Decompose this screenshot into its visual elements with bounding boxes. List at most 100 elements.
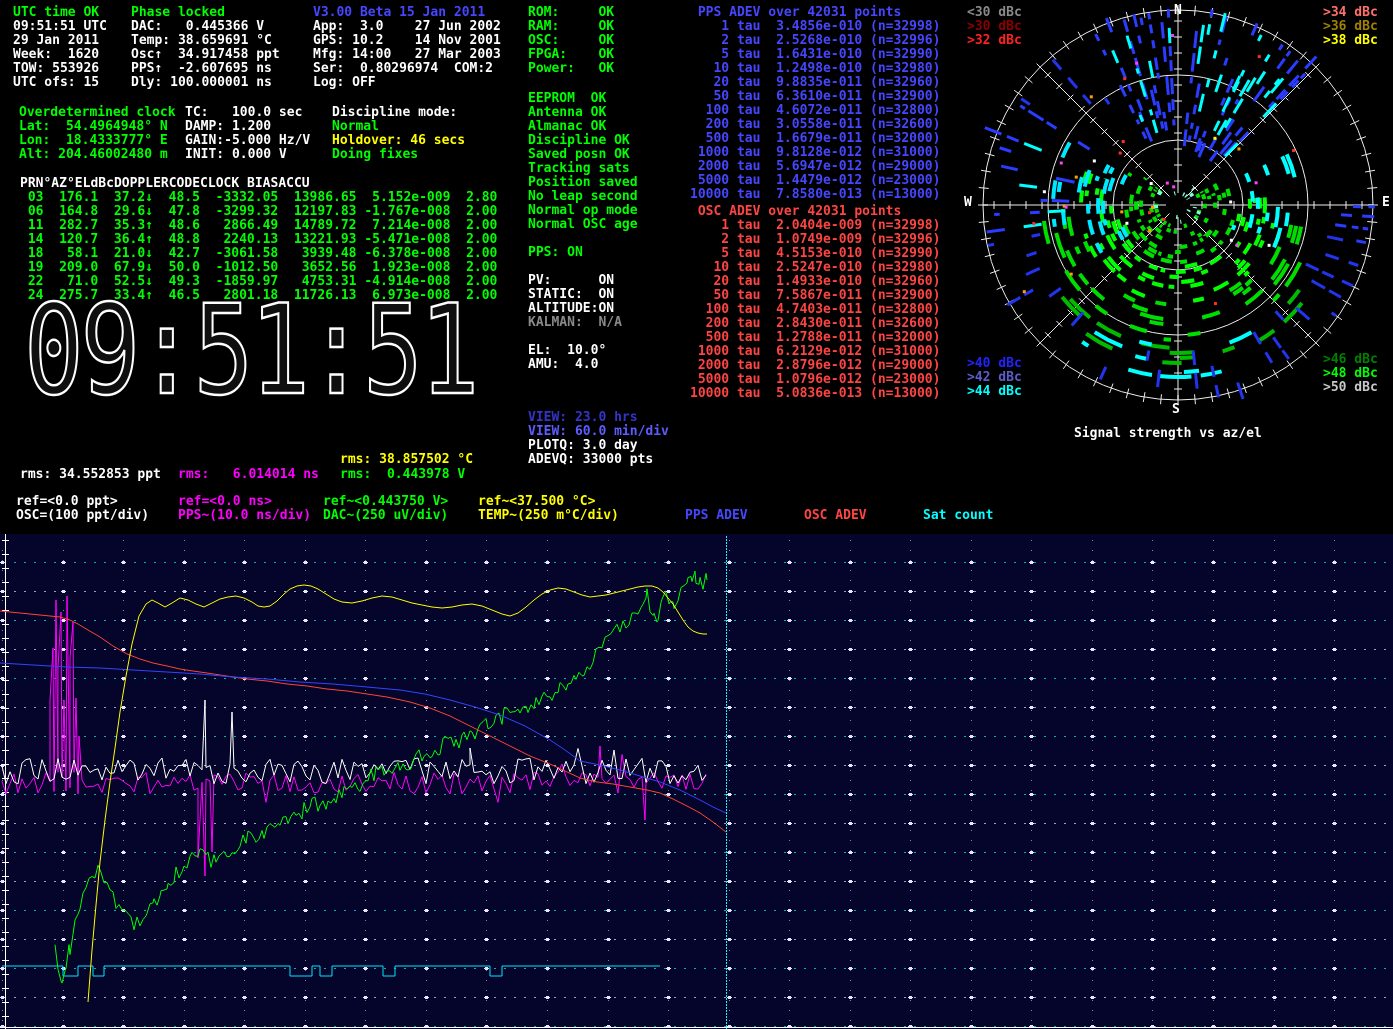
status-line: Discipline OK (528, 134, 638, 148)
pps-adev-table: PPS ADEV over 42031 points 1 tau 3.4856e… (690, 6, 940, 202)
version-block: V3.00 Beta 15 Jan 2011App: 3.0 27 Jun 20… (313, 6, 501, 90)
readout-line: INIT: 0.000 V (185, 148, 310, 162)
table-row: 20 tau 1.4933e-010 (n=32960) (690, 275, 940, 289)
readout-line: TC: 100.0 sec (185, 106, 310, 120)
table-row: 19209.067.9↓50.0-1012.503652.561.923e-00… (20, 261, 497, 275)
compass-south-label: S (1172, 403, 1180, 417)
readout-line: DAMP: 1.200 (185, 120, 310, 134)
readout-line: DAC: 0.445366 V (131, 20, 280, 34)
status-line: Normal (332, 120, 465, 134)
receiver-status-block: EEPROM OKAntenna OKAlmanac OKDiscipline … (528, 92, 638, 232)
dbc-legend-top-right: >34 dBc>36 dBc>38 dBc (1323, 6, 1378, 48)
dbc-legend-top-left: <30 dBc>30 dBc>32 dBc (967, 6, 1022, 48)
compass-west-label: W (964, 196, 972, 210)
readout-line: TEMP~(250 m°C/div) (478, 509, 619, 523)
table-row: 10000 tau 7.8580e-013 (n=13000) (690, 188, 940, 202)
readout-line: Lat: 54.4964948° N (19, 120, 176, 134)
status-line: OSC: OK (528, 34, 614, 48)
rms-osc: rms: 34.552853 ppt (20, 468, 161, 482)
table-row: 10 tau 1.2498e-010 (n=32980) (690, 62, 940, 76)
el-amu-block: EL: 10.0°AMU: 4.0 (528, 344, 606, 372)
readout-line: Log: OFF (313, 76, 501, 90)
table-row: 03176.137.2↓48.5-3332.0513986.655.152e-0… (20, 191, 497, 205)
table-row: 5 tau 4.5153e-010 (n=32990) (690, 247, 940, 261)
table-row: 2 tau 2.5268e-010 (n=32996) (690, 34, 940, 48)
readout-line: AMU: 4.0 (528, 358, 606, 372)
readout-line: VIEW: 23.0 hrs (528, 411, 669, 425)
status-line: Doing fixes (332, 148, 465, 162)
osc-adev-key: OSC ADEV (804, 509, 867, 523)
rms-dac: rms: 0.443978 V (340, 468, 465, 482)
readout-line: V3.00 Beta 15 Jan 2011 (313, 6, 501, 20)
readout-line: DAC~(250 uV/div) (323, 509, 448, 523)
table-row: 5 tau 1.6431e-010 (n=32990) (690, 48, 940, 62)
readout-line: PPS~(10.0 ns/div) (178, 509, 311, 523)
compass-east-label: E (1382, 196, 1390, 210)
readout-line: ADEVQ: 33000 pts (528, 453, 669, 467)
column-header: CLOCK BIAS (200, 177, 278, 191)
table-row: 1000 tau 9.8128e-012 (n=31000) (690, 146, 940, 160)
ref-dac-scale: ref~<0.443750 V>DAC~(250 uV/div) (323, 495, 448, 523)
legend-entry: >30 dBc (967, 20, 1022, 34)
legend-entry: >32 dBc (967, 34, 1022, 48)
legend-entry: >38 dBc (1323, 34, 1378, 48)
sat-count-key: Sat count (923, 509, 993, 523)
ref-osc-scale: ref=<0.0 ppt>OSC=(100 ppt/div) (16, 495, 149, 523)
table-row: 2 tau 1.0749e-009 (n=32996) (690, 233, 940, 247)
readout-line: TOW: 553926 (13, 62, 107, 76)
readout-line: UTC ofs: 15 (13, 76, 107, 90)
status-line: Almanac OK (528, 120, 638, 134)
legend-entry: >34 dBc (1323, 6, 1378, 20)
rms-pps: rms: 6.014014 ns (178, 468, 319, 482)
table-row: 20 tau 9.8835e-011 (n=32960) (690, 76, 940, 90)
osc-adev-table: OSC ADEV over 42031 points 1 tau 2.0404e… (690, 205, 940, 401)
readout-line: Week: 1620 (13, 48, 107, 62)
table-row: 5000 tau 1.0796e-012 (n=23000) (690, 373, 940, 387)
status-line: RAM: OK (528, 20, 614, 34)
status-line: Normal op mode (528, 204, 638, 218)
status-line: Normal OSC age (528, 218, 638, 232)
table-row: 1 tau 2.0404e-009 (n=32998) (690, 219, 940, 233)
column-header: °AZ (43, 177, 66, 191)
loop-params-block: TC: 100.0 secDAMP: 1.200GAIN:-5.000 Hz/V… (185, 106, 310, 162)
status-line: Saved posn OK (528, 148, 638, 162)
status-line: Holdover: 46 secs (332, 134, 465, 148)
selftest-status-block: ROM: OKRAM: OKOSC: OKFPGA: OKPower: OK (528, 6, 614, 76)
dbc-legend-bottom-left: >40 dBc>42 dBc>44 dBc (967, 357, 1022, 399)
readout-line: VIEW: 60.0 min/div (528, 425, 669, 439)
readout-line: UTC time OK (13, 6, 107, 20)
lady-heather-gpsdo-monitor: UTC time OK09:51:51 UTC29 Jan 2011Week: … (0, 0, 1393, 1029)
rms-temp: rms: 38.857502 °C (340, 453, 473, 467)
table-row: 500 tau 1.2788e-011 (n=32000) (690, 331, 940, 345)
legend-entry: >46 dBc (1323, 353, 1378, 367)
readout-line: 09:51:51 UTC (13, 20, 107, 34)
readout-line: rms: 34.552853 ppt (20, 468, 161, 482)
table-row: 2000 tau 2.8796e-012 (n=29000) (690, 359, 940, 373)
readout-line: rms: 0.443978 V (340, 468, 465, 482)
readout-line: GAIN:-5.000 Hz/V (185, 134, 310, 148)
readout-line: App: 3.0 27 Jun 2002 (313, 20, 501, 34)
readout-line: rms: 6.014014 ns (178, 468, 319, 482)
dbc-legend-bottom-right: >46 dBc>48 dBc>50 dBc (1323, 353, 1378, 395)
utc-time-block: UTC time OK09:51:51 UTC29 Jan 2011Week: … (13, 6, 107, 90)
readout-line: rms: 38.857502 °C (340, 453, 473, 467)
table-row: 5000 tau 1.4479e-012 (n=23000) (690, 174, 940, 188)
big-clock-readout: 09:51:51 (24, 296, 476, 406)
table-row: 100 tau 4.6072e-011 (n=32800) (690, 104, 940, 118)
readout-line: ref~<37.500 °C> (478, 495, 619, 509)
status-line: Discipline mode: (332, 106, 465, 120)
readout-line: PLOTQ: 3.0 day (528, 439, 669, 453)
readout-line: Phase locked (131, 6, 280, 20)
status-line: Antenna OK (528, 106, 638, 120)
table-row: 50 tau 7.5867e-011 (n=32900) (690, 289, 940, 303)
strip-chart-canvas (0, 534, 1393, 1029)
readout-line: Alt: 204.46002480 m (19, 148, 176, 162)
status-line: KALMAN: N/A (528, 316, 622, 330)
column-header: CODE (169, 177, 200, 191)
table-row: 2000 tau 5.6947e-012 (n=29000) (690, 160, 940, 174)
pps-adev-rows: 1 tau 3.4856e-010 (n=32998) 2 tau 2.5268… (690, 20, 940, 202)
osc-adev-rows: 1 tau 2.0404e-009 (n=32998) 2 tau 1.0749… (690, 219, 940, 401)
sat-table-header: PRN°AZ°ELdBcDOPPLERCODECLOCK BIASACCU (20, 177, 497, 191)
table-row: 200 tau 2.8430e-011 (n=32600) (690, 317, 940, 331)
status-line: EEPROM OK (528, 92, 638, 106)
